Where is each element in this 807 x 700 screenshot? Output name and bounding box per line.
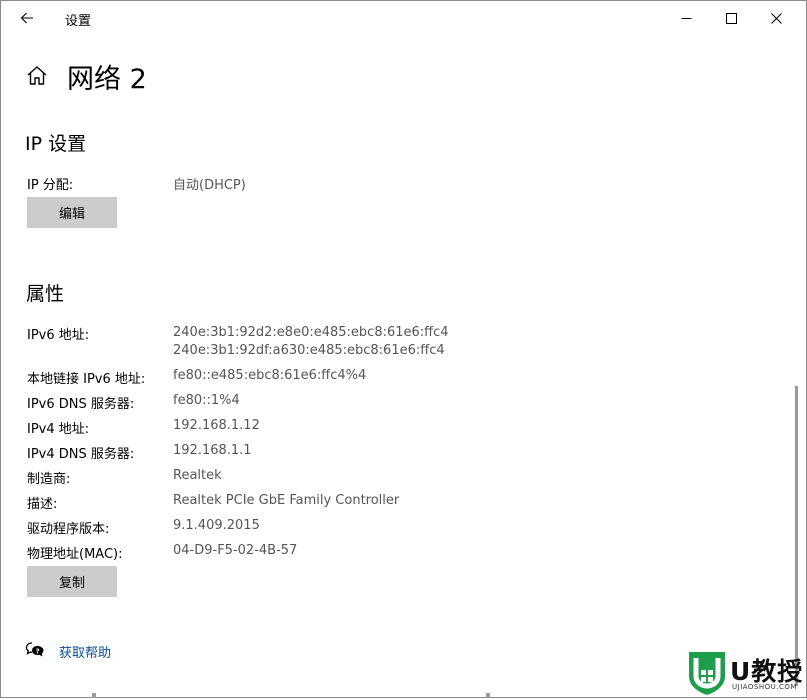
properties-heading: 属性 [26, 283, 65, 305]
page-title: 网络 2 [67, 64, 147, 95]
close-button[interactable] [753, 1, 799, 35]
window-title: 设置 [65, 14, 92, 29]
ipv4-address-label: IPv4 地址: [27, 422, 90, 437]
link-local-ipv6-label: 本地链接 IPv6 地址: [27, 372, 146, 387]
copy-button[interactable]: 复制 [27, 566, 117, 597]
link-local-ipv6-value: fe80::e485:ebc8:61e6:ffc4%4 [173, 368, 367, 383]
scrollbar-thumb[interactable] [795, 386, 798, 686]
ip-assignment-value: 自动(DHCP) [173, 178, 246, 193]
description-value: Realtek PCIe GbE Family Controller [173, 493, 400, 508]
driver-version-value: 9.1.409.2015 [173, 518, 260, 533]
home-icon[interactable] [26, 65, 48, 87]
manufacturer-value: Realtek [173, 468, 222, 483]
title-bar: 设置 [1, 1, 806, 35]
minimize-button[interactable] [663, 1, 709, 35]
ipv6-address-value-1: 240e:3b1:92d2:e8e0:e485:ebc8:61e6:ffc4 [173, 325, 449, 340]
svg-text:?: ? [36, 647, 40, 655]
ipv6-address-value-2: 240e:3b1:92df:a630:e485:ebc8:61e6:ffc4 [173, 343, 445, 358]
arrow-left-icon [20, 12, 33, 24]
maximize-icon [725, 12, 737, 24]
ip-assignment-label: IP 分配: [27, 178, 74, 193]
mac-address-value: 04-D9-F5-02-4B-57 [173, 543, 298, 558]
taskbar-edge-left [92, 693, 96, 698]
maximize-button[interactable] [708, 1, 754, 35]
close-icon [770, 12, 782, 24]
ipv6-address-label: IPv6 地址: [27, 328, 90, 343]
shield-logo-icon [689, 652, 725, 695]
ipv6-dns-value: fe80::1%4 [173, 393, 240, 408]
ipv4-address-value: 192.168.1.12 [173, 418, 260, 433]
ipv6-dns-label: IPv6 DNS 服务器: [27, 397, 135, 412]
driver-version-label: 驱动程序版本: [27, 522, 110, 537]
ipv4-dns-value: 192.168.1.1 [173, 443, 252, 458]
manufacturer-label: 制造商: [27, 472, 71, 487]
get-help-link[interactable]: 获取帮助 [59, 642, 111, 661]
ipv4-dns-label: IPv4 DNS 服务器: [27, 447, 135, 462]
minimize-icon [681, 17, 691, 19]
taskbar-edge-right [486, 693, 490, 698]
back-button[interactable] [13, 5, 41, 31]
ip-settings-heading: IP 设置 [25, 133, 87, 155]
mac-address-label: 物理地址(MAC): [27, 547, 123, 562]
description-label: 描述: [27, 497, 58, 512]
watermark-url: UJIAOSHOU.COM [732, 683, 797, 691]
help-chat-icon: ? [25, 641, 45, 659]
settings-window: 设置 网络 2 IP 设置 IP 分配: 自动(DHCP) 编辑 属性 IPv6… [0, 0, 807, 698]
edit-button[interactable]: 编辑 [27, 197, 117, 228]
